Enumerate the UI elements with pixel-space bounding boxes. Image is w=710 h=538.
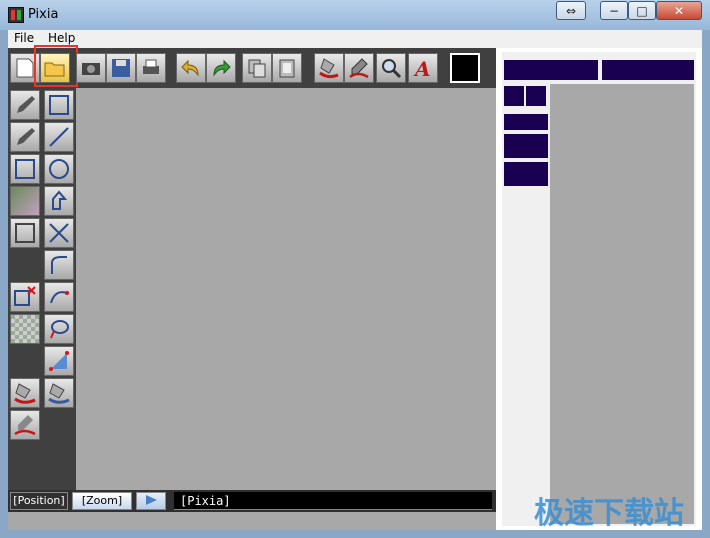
copy-button[interactable] [242,53,272,83]
zoom-button[interactable]: [Zoom] [72,492,132,510]
pen-dotted-tool[interactable] [10,122,40,152]
svg-text:A: A [413,57,431,79]
bucket-red-icon [14,383,36,404]
pen-dotted-icon [17,128,35,145]
bezier-icon [50,291,69,304]
drawing-canvas[interactable] [76,88,496,490]
zoom-icon [382,59,402,79]
pen-red-icon [349,58,369,79]
frame-tool[interactable] [10,218,40,248]
lasso-icon [50,320,69,339]
window-title: Pixia [28,7,59,22]
curve-icon [51,256,67,274]
redo-icon [213,59,231,77]
right-panel [496,48,702,530]
layer-list-area[interactable] [550,84,694,524]
close-button[interactable]: ✕ [656,1,702,20]
play-button[interactable] [136,492,166,510]
text-button[interactable]: A [408,53,438,83]
watermark-text: 极速下载站 [534,496,684,531]
pen-tool[interactable] [10,90,40,120]
node-icon [49,351,69,371]
curve-tool[interactable] [44,250,74,280]
maximize-button[interactable]: □ [628,1,656,20]
panel-tab-1[interactable] [504,60,598,80]
cross-tool[interactable] [44,218,74,248]
fill-red-tool[interactable] [10,378,40,408]
bucket-blue-icon [48,383,70,404]
panel-tab-2[interactable] [602,60,694,80]
print-icon [143,59,159,74]
camera-button[interactable] [76,53,106,83]
save-button[interactable] [106,53,136,83]
lasso-tool[interactable] [44,314,74,344]
bezier-tool[interactable] [44,282,74,312]
node-tool[interactable] [44,346,74,376]
app-name-label: [Pixia] [174,492,492,510]
client-area: A [Position] [Zoom] [Pixia] [8,45,702,530]
print-button[interactable] [136,53,166,83]
polygon-icon [52,190,68,210]
redo-button[interactable] [206,53,236,83]
square-outline-icon [15,159,35,179]
selected-tool-highlight [34,45,78,87]
camera-icon [82,63,100,75]
save-icon [112,59,130,77]
fill-button[interactable] [314,53,344,83]
menu-file[interactable]: File [14,31,34,45]
line-icon [49,127,69,147]
undo-icon [181,59,199,77]
frame-icon [15,223,35,243]
play-icon [146,495,157,505]
menu-bar: File Help [8,30,702,48]
title-bar[interactable]: Pixia ⇔ − □ ✕ [0,0,710,30]
paste-icon [279,59,295,78]
transparency-tool[interactable] [10,314,40,344]
rect-tool[interactable] [10,154,40,184]
pixia-window: Pixia ⇔ − □ ✕ File Help A [Position] [Zo… [0,0,710,538]
right-panel-inner [502,52,696,526]
ellipse-tool[interactable] [44,154,74,184]
position-readout: [Position] [10,492,68,510]
panel-button-d[interactable] [504,134,548,158]
polygon-tool[interactable] [44,186,74,216]
new-icon [16,58,34,78]
paste-button[interactable] [272,53,302,83]
pen-nib-icon [17,96,35,113]
panel-button-e[interactable] [504,162,548,186]
copy-icon [248,59,266,78]
select-delete-icon [14,286,36,306]
pen-red-tool[interactable] [10,410,40,440]
left-toolbox [8,88,76,490]
color-swatch-button[interactable] [450,53,480,83]
status-bar: [Position] [Zoom] [Pixia] [8,490,496,512]
rectangle-icon [49,95,69,115]
text-icon: A [413,57,431,79]
app-icon [8,7,24,23]
fill-red-icon [319,58,339,79]
resize-button[interactable]: ⇔ [556,1,586,20]
zoom-button[interactable] [376,53,406,83]
menu-help[interactable]: Help [48,31,75,45]
circle-icon [49,159,69,179]
panel-button-c[interactable] [504,114,548,130]
rect-select-tool[interactable] [44,90,74,120]
minimize-button[interactable]: − [600,1,628,20]
main-toolbar: A [8,45,496,88]
pen-button[interactable] [344,53,374,83]
delete-selection-tool[interactable] [10,282,40,312]
undo-button[interactable] [176,53,206,83]
gradient-tool[interactable] [10,186,40,216]
bottom-strip [8,512,496,530]
line-tool[interactable] [44,122,74,152]
panel-button-a[interactable] [504,86,524,106]
fill-blue-tool[interactable] [44,378,74,408]
panel-button-b[interactable] [526,86,546,106]
pen-red-small-icon [14,415,36,436]
cross-icon [49,223,69,243]
